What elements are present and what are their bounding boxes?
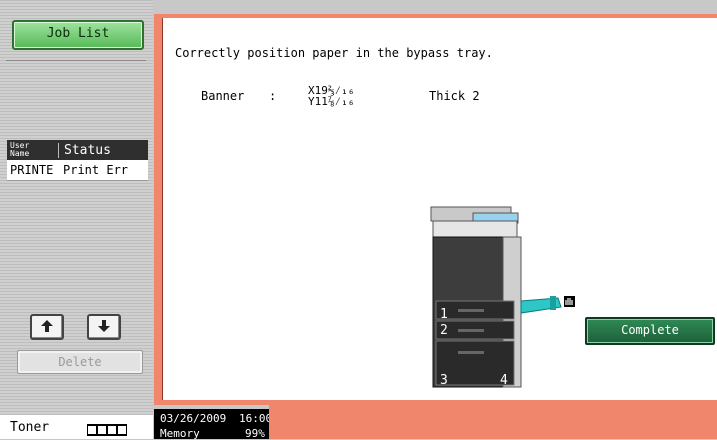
job-status: Print Err (63, 163, 129, 177)
paper-length: Y11⅞⁄₁₆ (308, 95, 355, 108)
printer-illustration: 1 2 3 4 (430, 206, 575, 388)
scroll-up-button[interactable] (30, 314, 64, 340)
bottom-bar (269, 405, 717, 439)
job-table: User Name Status PRINTE Print Err (7, 140, 148, 181)
tray-number-2: 2 (440, 323, 448, 338)
job-user: PRINTE (10, 163, 54, 177)
complete-button[interactable]: Complete (585, 317, 715, 345)
instruction-message: Correctly position paper in the bypass t… (175, 46, 493, 60)
paper-size-value: X19⅔⁄₁₆ Y11⅞⁄₁₆ (308, 85, 354, 107)
toner-cell (88, 426, 96, 434)
arrow-down-icon (98, 320, 110, 332)
toner-cell (118, 426, 126, 434)
sidebar-divider (6, 60, 146, 61)
top-strip (154, 0, 717, 14)
status-time: 16:00 (239, 412, 273, 425)
tray-number-1: 1 (440, 307, 448, 322)
sidebar: Job List User Name Status PRINTE Print Er… (0, 0, 153, 439)
toner-gauge (87, 424, 127, 436)
job-list-button[interactable]: Job List (12, 20, 144, 50)
job-table-header: User Name Status (7, 140, 148, 160)
arrow-up-icon (41, 320, 53, 332)
status-date: 03/26/2009 (160, 412, 227, 425)
toner-label: Toner (10, 419, 50, 435)
column-user-name: User Name (10, 141, 30, 158)
toner-cell (108, 426, 116, 434)
scroll-down-button[interactable] (87, 314, 121, 340)
tray-number-3: 3 (440, 373, 448, 388)
paper-size-label: Banner (201, 89, 245, 103)
column-status: Status (58, 142, 148, 158)
paper-colon: : (269, 89, 277, 103)
memory-label: Memory (160, 427, 200, 440)
toner-indicator: Toner (0, 415, 153, 439)
memory-value: 99% (245, 427, 265, 440)
table-row[interactable]: PRINTE Print Err (7, 160, 148, 181)
toner-cell (98, 426, 106, 434)
tray-number-4: 4 (500, 373, 508, 388)
status-bar: 03/26/2009 16:00 Memory 99% (154, 409, 273, 440)
delete-button[interactable]: Delete (17, 350, 143, 374)
paper-type: Thick 2 (429, 89, 480, 103)
